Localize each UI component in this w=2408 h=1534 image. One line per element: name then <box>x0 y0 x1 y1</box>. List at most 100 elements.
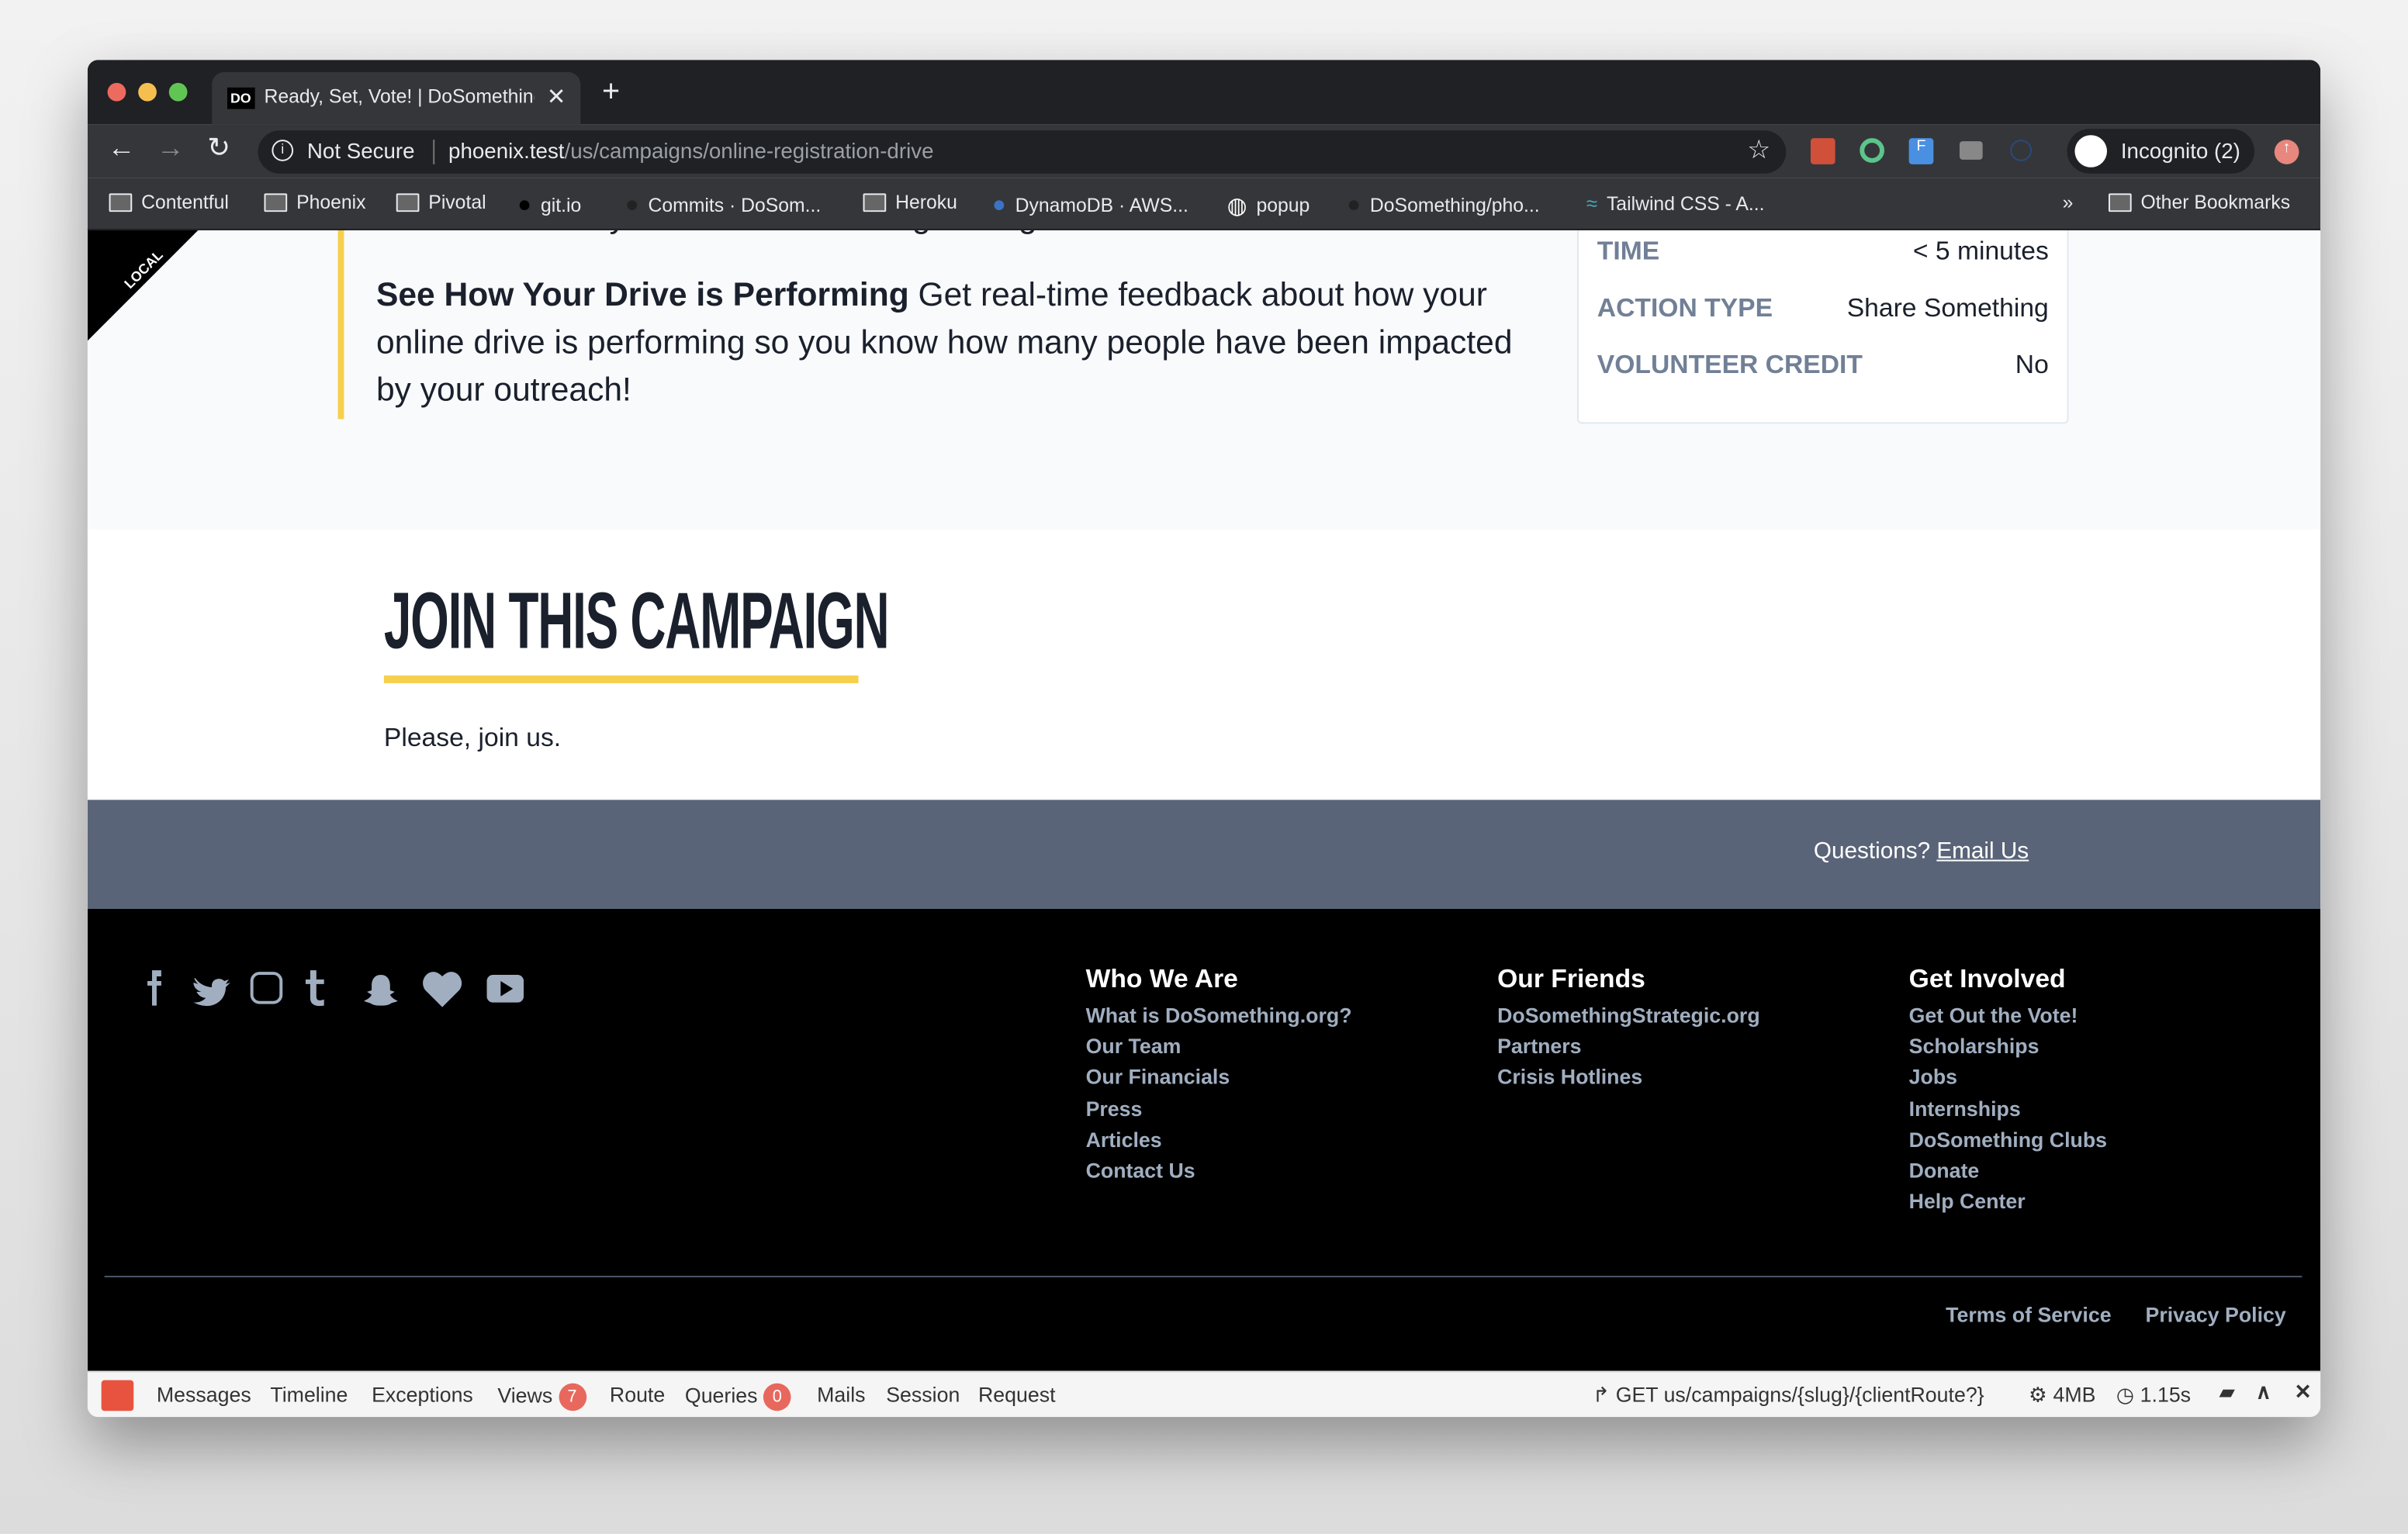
footer-link[interactable]: DoSomething Clubs <box>1909 1125 2107 1156</box>
close-debugbar-icon[interactable]: ✕ <box>2295 1380 2312 1405</box>
twitter-icon[interactable] <box>193 978 230 1007</box>
share-icon: ↱ <box>1592 1383 1611 1407</box>
url[interactable]: phoenix.test/us/campaigns/online-registr… <box>448 138 933 163</box>
footer-link[interactable]: Jobs <box>1909 1063 2107 1094</box>
close-window-button[interactable] <box>107 82 126 102</box>
bookmark[interactable]: ● git.io <box>517 192 581 218</box>
tab-close-icon[interactable]: ✕ <box>547 83 566 111</box>
questions-text: Questions? Email Us <box>1814 838 2029 865</box>
email-us-link[interactable]: Email Us <box>1936 838 2029 865</box>
join-title: JOIN THIS CAMPAIGN <box>383 577 890 667</box>
more-bookmarks-button[interactable]: » <box>2063 192 2074 213</box>
footer-link[interactable]: Get Out the Vote! <box>1909 1001 2107 1032</box>
bookmark-label: Contentful <box>141 192 229 214</box>
footer-link[interactable]: Articles <box>1086 1125 1352 1156</box>
profile-label: Incognito (2) <box>2120 138 2240 163</box>
footer-link[interactable]: Our Team <box>1086 1032 1352 1063</box>
terms-link[interactable]: Terms of Service <box>1946 1301 2111 1332</box>
debug-tab[interactable]: Mails <box>817 1384 865 1407</box>
footer-link[interactable]: Our Financials <box>1086 1063 1352 1094</box>
footer-link[interactable]: Press <box>1086 1094 1352 1125</box>
debug-tab-label: Queries <box>684 1384 758 1408</box>
minimize-window-button[interactable] <box>138 82 157 102</box>
debug-tab[interactable]: Request <box>978 1384 1056 1407</box>
debug-tab[interactable]: Route <box>610 1384 665 1407</box>
facebook-icon[interactable] <box>147 970 161 1006</box>
route-info: ↱ GET us/campaigns/{slug}/{clientRoute?} <box>1593 1384 1984 1408</box>
github-icon: ● <box>1347 192 1361 219</box>
maximize-window-button[interactable] <box>168 82 188 102</box>
incognito-icon <box>2074 135 2108 168</box>
footer-column-get-involved: Get Involved Get Out the Vote! Scholarsh… <box>1909 964 2107 1218</box>
update-icon[interactable]: ↑ <box>2274 140 2299 164</box>
bookmark[interactable]: Heroku <box>863 192 957 213</box>
debug-tab[interactable]: Timeline <box>270 1384 348 1407</box>
address-bar[interactable]: i Not Secure phoenix.test/us/campaigns/o… <box>258 130 1787 174</box>
extension-icon[interactable] <box>2010 140 2033 161</box>
new-tab-button[interactable]: + <box>602 75 620 111</box>
footer-link[interactable]: What is DoSomething.org? <box>1086 1001 1352 1032</box>
incognito-profile-button[interactable]: Incognito (2) <box>2067 129 2255 174</box>
bookmark-label: popup <box>1256 195 1310 217</box>
debug-tab[interactable]: Queries 0 <box>684 1383 791 1411</box>
bookmark-star-icon[interactable]: ☆ <box>1747 135 1770 166</box>
browser-tab[interactable]: DO Ready, Set, Vote! | DoSomething ✕ <box>212 72 581 125</box>
count-badge: 0 <box>763 1383 791 1411</box>
heart-icon[interactable] <box>423 972 462 1007</box>
camera-extension-icon[interactable] <box>1959 141 1983 160</box>
bookmark[interactable]: ● DoSomething/pho... <box>1347 192 1540 218</box>
title-underline <box>383 675 859 683</box>
other-bookmarks[interactable]: Other Bookmarks <box>2108 192 2290 213</box>
debug-tab[interactable]: Exceptions <box>372 1384 473 1407</box>
folder-icon <box>264 193 288 212</box>
footer-link[interactable]: DoSomethingStrategic.org <box>1497 1001 1760 1032</box>
footer-link[interactable]: Help Center <box>1909 1187 2107 1218</box>
privacy-link[interactable]: Privacy Policy <box>2146 1301 2286 1332</box>
join-section: JOIN THIS CAMPAIGN Please, join us. <box>87 529 2321 800</box>
bookmark[interactable]: Pivotal <box>396 192 486 213</box>
bookmark-label: Pivotal <box>428 192 486 214</box>
bookmark-label: Phoenix <box>296 192 366 214</box>
bookmark[interactable]: Phoenix <box>264 192 366 214</box>
laravel-debugbar-logo[interactable] <box>101 1380 134 1411</box>
minimize-debugbar-icon[interactable]: ∧ <box>2256 1380 2271 1405</box>
footer-link[interactable]: Crisis Hotlines <box>1497 1063 1760 1094</box>
reload-button[interactable]: ↻ <box>207 132 230 164</box>
campaign-details: LOCAL media to talk to your friends abou… <box>87 230 2321 530</box>
bookmark[interactable]: ● DynamoDB · AWS... <box>992 192 1188 218</box>
tumblr-icon[interactable] <box>305 970 324 1007</box>
local-ribbon: LOCAL <box>87 230 199 341</box>
footer-link[interactable]: Contact Us <box>1086 1156 1352 1187</box>
extension-icon[interactable] <box>1860 138 1884 163</box>
footer-link[interactable]: Internships <box>1909 1094 2107 1125</box>
bookmark[interactable]: ● Commits · DoSom... <box>625 192 822 218</box>
quote-accent-bar <box>337 230 344 420</box>
feature-title: See How Your Drive is Performing <box>376 276 909 313</box>
debug-tab[interactable]: Views 7 <box>497 1383 586 1411</box>
bookmark-label: git.io <box>540 194 582 216</box>
footer-link[interactable]: Donate <box>1909 1156 2107 1187</box>
bookmark-label: Commits · DoSom... <box>648 194 822 216</box>
info-icon[interactable]: i <box>272 140 294 161</box>
column-heading: Who We Are <box>1085 964 1238 993</box>
back-button[interactable]: ← <box>108 132 136 164</box>
debug-tab[interactable]: Messages <box>157 1384 251 1407</box>
bookmark[interactable]: Contentful <box>109 192 229 213</box>
divider <box>433 140 435 164</box>
bookmark[interactable]: ◍ popup <box>1227 192 1310 219</box>
info-row: VOLUNTEER CREDIT No <box>1597 350 2049 381</box>
screen: DO Ready, Set, Vote! | DoSomething ✕ + ←… <box>0 0 2408 1534</box>
bookmark-label: Heroku <box>895 192 957 214</box>
debug-tab[interactable]: Session <box>886 1384 960 1407</box>
footer-link[interactable]: Partners <box>1497 1032 1760 1063</box>
forward-button[interactable]: → <box>157 132 185 164</box>
extension-icon[interactable] <box>1810 138 1835 164</box>
questions-band: Questions? Email Us <box>87 800 2321 909</box>
github-icon: ● <box>624 192 639 219</box>
extension-icon[interactable]: F <box>1908 138 1934 164</box>
open-folder-icon[interactable]: ▰ <box>2219 1380 2236 1405</box>
snapchat-icon[interactable] <box>364 975 398 1006</box>
bookmark[interactable]: ≈ Tailwind CSS - A... <box>1586 192 1765 215</box>
footer-link[interactable]: Scholarships <box>1909 1032 2107 1063</box>
instagram-icon[interactable] <box>250 972 283 1004</box>
